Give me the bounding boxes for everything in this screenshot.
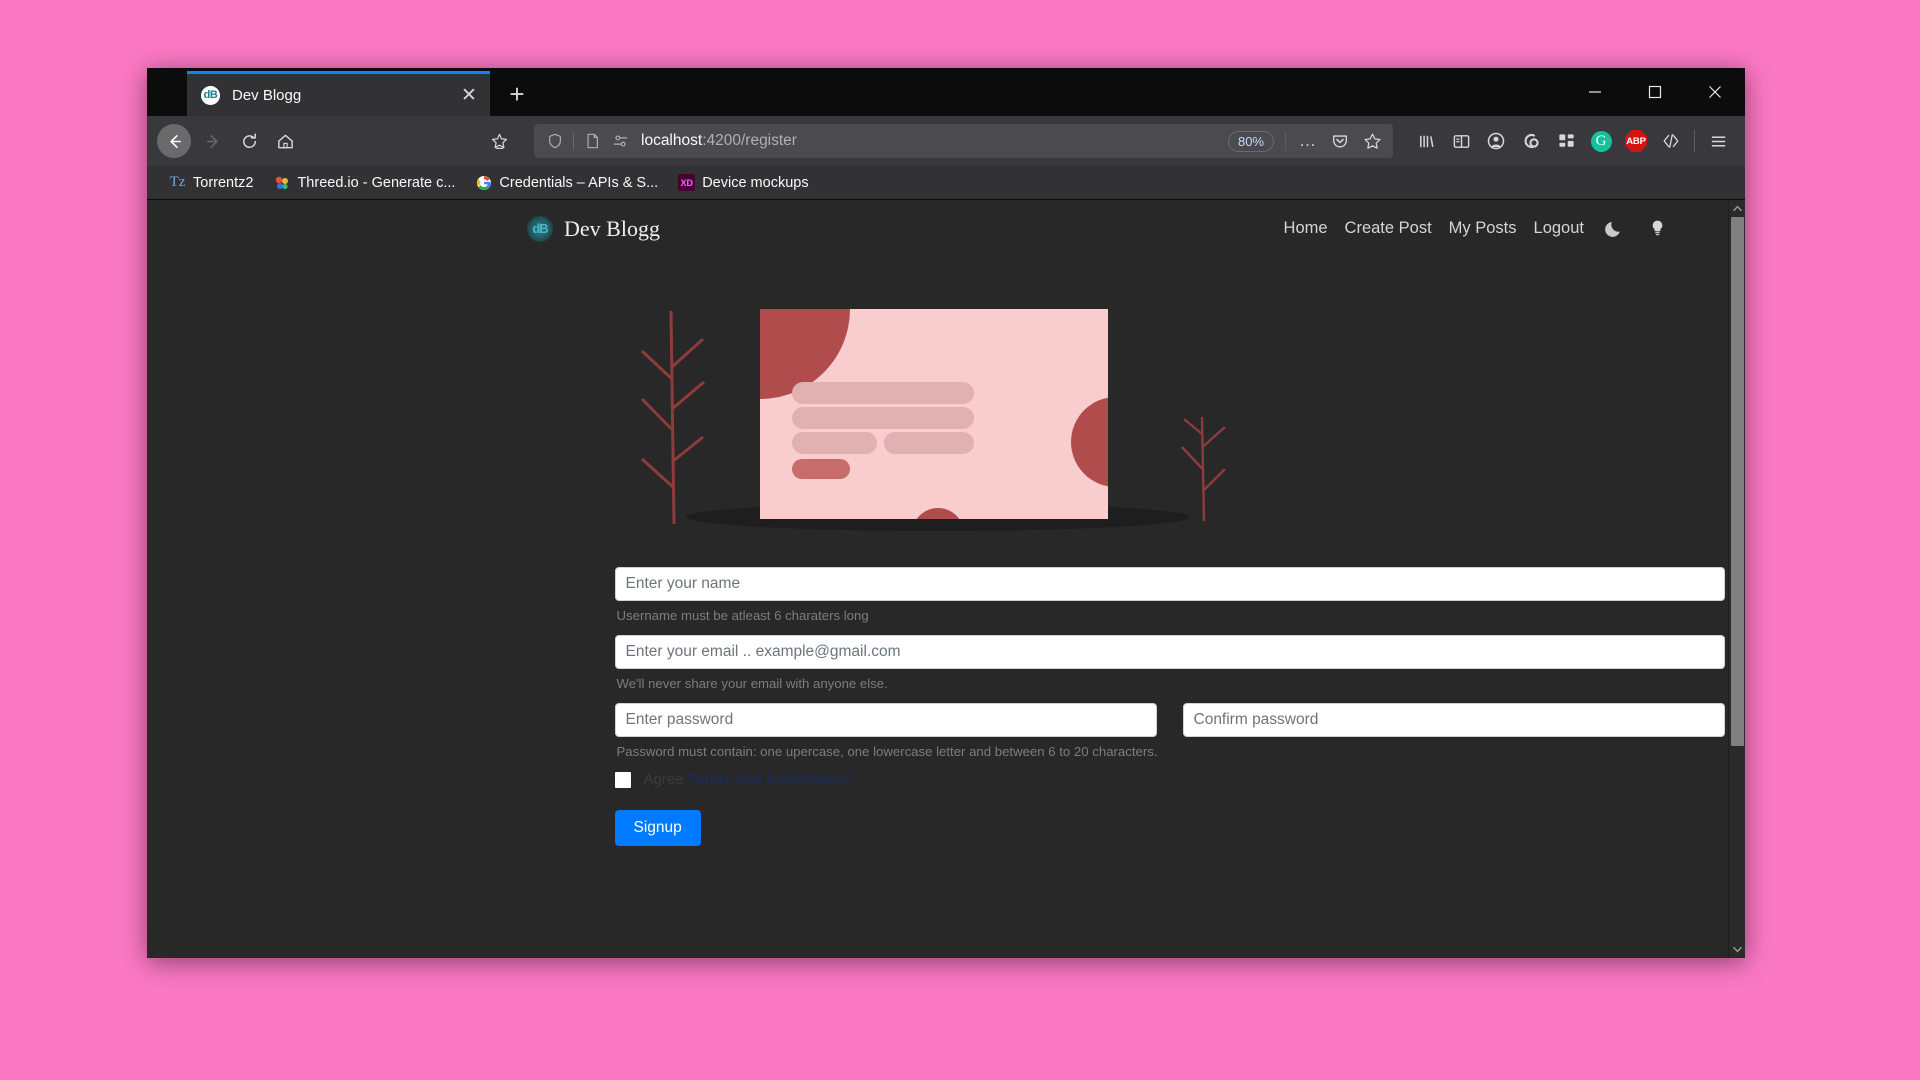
bookmarks-bar: Tz Torrentz2 Threed.io - Generate c... C… [147,166,1745,200]
toolbar-divider [1694,130,1695,152]
adobe-xd-icon: XD [678,174,696,191]
url-bar[interactable]: localhost:4200/register 80% … [534,124,1393,158]
grammarly-glyph: G [1590,130,1612,152]
account-icon[interactable] [1479,124,1513,158]
minimize-button[interactable] [1565,68,1625,116]
terms-and-conditions-link[interactable]: Terms and Conditions* [688,771,851,788]
bookmark-label: Credentials – APIs & S... [499,174,659,191]
reload-button-icon[interactable] [232,124,266,158]
browser-window: dB Dev Blogg ✕ + localhost:4200/register… [147,68,1745,958]
email-field-placeholder: Enter your email .. example@gmail.com [625,643,901,660]
bookmark-google-credentials[interactable]: Credentials – APIs & S... [467,170,666,195]
site-brand[interactable]: dB Dev Blogg [527,215,660,242]
illustration-container [147,299,1728,539]
site-navigation: Home Create Post My Posts Logout [1284,216,1670,242]
zoom-level-badge[interactable]: 80% [1227,130,1274,152]
agree-terms-row: Agree Terms and Conditions* [614,771,1725,788]
site-brand-name: Dev Blogg [564,215,660,241]
star-icon[interactable] [1357,127,1387,155]
lightbulb-icon[interactable] [1644,216,1670,242]
page-icon[interactable] [579,127,605,155]
page-actions-more-icon[interactable]: … [1293,127,1323,155]
url-text[interactable]: localhost:4200/register [641,132,1226,150]
tab-favicon-icon: dB [201,85,220,105]
agree-terms-label: Agree Terms and Conditions* [644,771,851,788]
desktop-background: dB Dev Blogg ✕ + localhost:4200/register… [0,0,1920,1080]
hamburger-menu-icon[interactable] [1701,124,1735,158]
email-field[interactable]: Enter your email .. example@gmail.com [614,635,1725,669]
agree-terms-checkbox[interactable] [614,771,631,788]
window-controls [1565,68,1745,116]
name-helper-text: Username must be atleast 6 charaters lon… [616,608,869,623]
url-actions-divider [1285,131,1286,151]
tab-title: Dev Blogg [232,86,302,104]
scrollbar-thumb[interactable] [1731,217,1744,746]
maximize-button[interactable] [1625,68,1685,116]
scrollbar-track[interactable] [1729,217,1745,941]
signup-button[interactable]: Signup [614,810,701,846]
agree-prefix: Agree [643,771,688,788]
home-button-icon[interactable] [268,124,302,158]
nav-link-home[interactable]: Home [1284,219,1328,238]
new-tab-button[interactable]: + [500,77,534,111]
threed-io-icon [273,174,290,191]
browser-tab[interactable]: dB Dev Blogg ✕ [187,71,490,116]
url-host: localhost [641,132,703,149]
adblock-glyph: ABP [1625,130,1647,152]
sync-loop-icon[interactable] [1514,124,1548,158]
forward-button-icon[interactable] [196,124,230,158]
pocket-icon[interactable] [1325,127,1355,155]
library-icon[interactable] [1409,124,1443,158]
password-field[interactable]: Enter password [614,703,1157,737]
back-button-icon[interactable] [157,124,191,158]
nav-link-my-posts[interactable]: My Posts [1449,219,1517,238]
moon-icon[interactable] [1601,216,1627,242]
page-scrollbar[interactable] [1728,200,1745,958]
scroll-down-arrow-icon[interactable] [1729,941,1745,958]
bookmark-label: Torrentz2 [193,174,254,191]
grammarly-icon[interactable]: G [1584,124,1618,158]
registration-form: Enter your name Username must be atleast… [383,567,1725,846]
sidebar-icon[interactable] [1444,124,1478,158]
toolbar-extensions: G ABP [1409,124,1735,158]
url-divider [573,132,574,150]
close-button[interactable] [1685,68,1745,116]
bookmark-label: Device mockups [702,174,809,191]
extensions-grid-icon[interactable] [1549,124,1583,158]
tab-strip: dB Dev Blogg ✕ + [147,68,1745,116]
shield-icon[interactable] [542,127,568,155]
email-helper-text: We'll never share your email with anyone… [616,676,888,691]
name-field[interactable]: Enter your name [614,567,1725,601]
page-viewport: dB Dev Blogg Home Create Post My Posts L… [147,200,1745,958]
adblock-plus-icon[interactable]: ABP [1619,124,1653,158]
code-brackets-icon[interactable] [1654,124,1688,158]
bookmark-star-icon[interactable] [482,124,516,158]
bookmark-torrentz2[interactable]: Tz Torrentz2 [161,170,261,195]
google-icon [475,174,492,191]
form-inner: Enter your name Username must be atleast… [614,567,1725,846]
bookmark-device-mockups[interactable]: XD Device mockups [670,170,816,195]
torrentz-icon: Tz [169,174,186,190]
name-field-placeholder: Enter your name [625,575,741,592]
scroll-up-arrow-icon[interactable] [1729,200,1745,217]
site-logo-icon: dB [527,215,553,242]
nav-link-logout[interactable]: Logout [1534,219,1584,238]
blog-card-illustration [640,309,1226,531]
bookmark-label: Threed.io - Generate c... [297,174,456,191]
bookmark-threed-io[interactable]: Threed.io - Generate c... [265,170,463,195]
nav-link-create-post[interactable]: Create Post [1345,219,1432,238]
permissions-icon[interactable] [607,127,633,155]
web-page-content: dB Dev Blogg Home Create Post My Posts L… [147,200,1728,958]
confirm-password-placeholder: Confirm password [1193,711,1319,728]
password-row: Enter password Confirm password [614,703,1725,737]
site-header: dB Dev Blogg Home Create Post My Posts L… [147,200,1728,257]
navigation-toolbar: localhost:4200/register 80% … G ABP [147,116,1745,166]
password-helper-text: Password must contain: one upercase, one… [616,744,1158,759]
url-path: :4200/register [702,132,797,149]
password-field-placeholder: Enter password [625,711,734,728]
tab-close-icon[interactable]: ✕ [456,82,482,108]
confirm-password-field[interactable]: Confirm password [1182,703,1725,737]
